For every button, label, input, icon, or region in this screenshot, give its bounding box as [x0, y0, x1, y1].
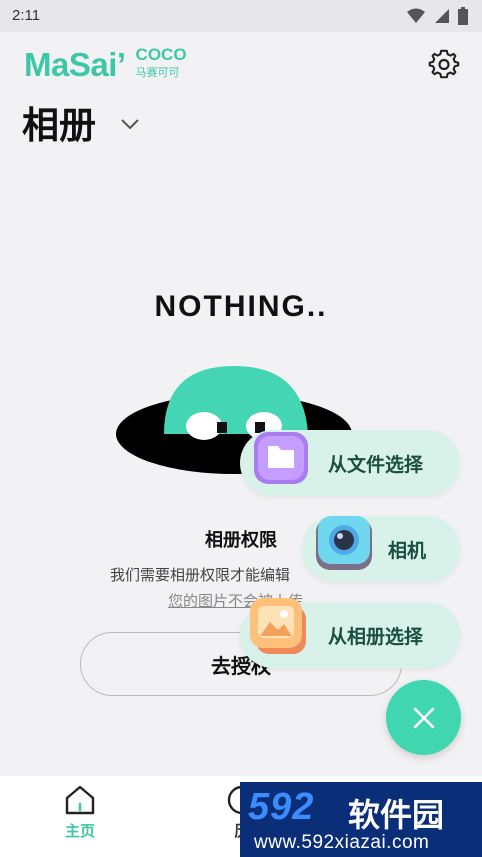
battery-icon: [458, 7, 468, 25]
album-title[interactable]: 相册: [22, 102, 96, 150]
camera-icon: [316, 516, 372, 570]
watermark-brand-cn: 软件园: [348, 796, 445, 834]
watermark-brand: 592: [248, 786, 315, 828]
wifi-icon: [407, 8, 425, 23]
chevron-down-icon[interactable]: [118, 112, 142, 136]
logo-side: COCO 马赛可可: [136, 46, 187, 80]
status-time: 2:11: [12, 7, 41, 24]
tab-home-label: 主页: [64, 822, 95, 840]
signal-icon: [435, 9, 449, 23]
status-bar: 2:11: [0, 0, 482, 32]
home-icon: [65, 785, 95, 815]
app-logo: MaSai’ COCO 马赛可可: [24, 46, 187, 84]
close-icon: [413, 707, 434, 728]
gear-icon[interactable]: [428, 48, 460, 80]
logo-chinese: 马赛可可: [135, 66, 180, 79]
logo-coco: COCO: [135, 45, 187, 64]
close-fab-button[interactable]: [386, 680, 461, 755]
menu-item-from-file[interactable]: 从文件选择: [240, 430, 460, 496]
menu-item-from-album[interactable]: 从相册选择: [240, 598, 460, 668]
menu-item-label: 从相册选择: [328, 625, 424, 648]
photo-album-icon: [250, 598, 306, 654]
logo-wordmark: MaSai’: [24, 46, 126, 83]
status-icons: [406, 7, 468, 25]
menu-item-camera[interactable]: 相机: [302, 516, 460, 582]
watermark: 592 软件园 www.592xiazai.com: [240, 782, 482, 857]
tab-home[interactable]: 主页: [52, 784, 108, 854]
menu-item-label: 相机: [388, 539, 427, 562]
permission-description: 我们需要相册权限才能编辑: [110, 566, 291, 584]
empty-headline: NOTHING..: [154, 290, 328, 323]
menu-item-label: 从文件选择: [328, 453, 424, 476]
folder-icon: [254, 432, 308, 484]
watermark-url: www.592xiazai.com: [254, 832, 430, 853]
